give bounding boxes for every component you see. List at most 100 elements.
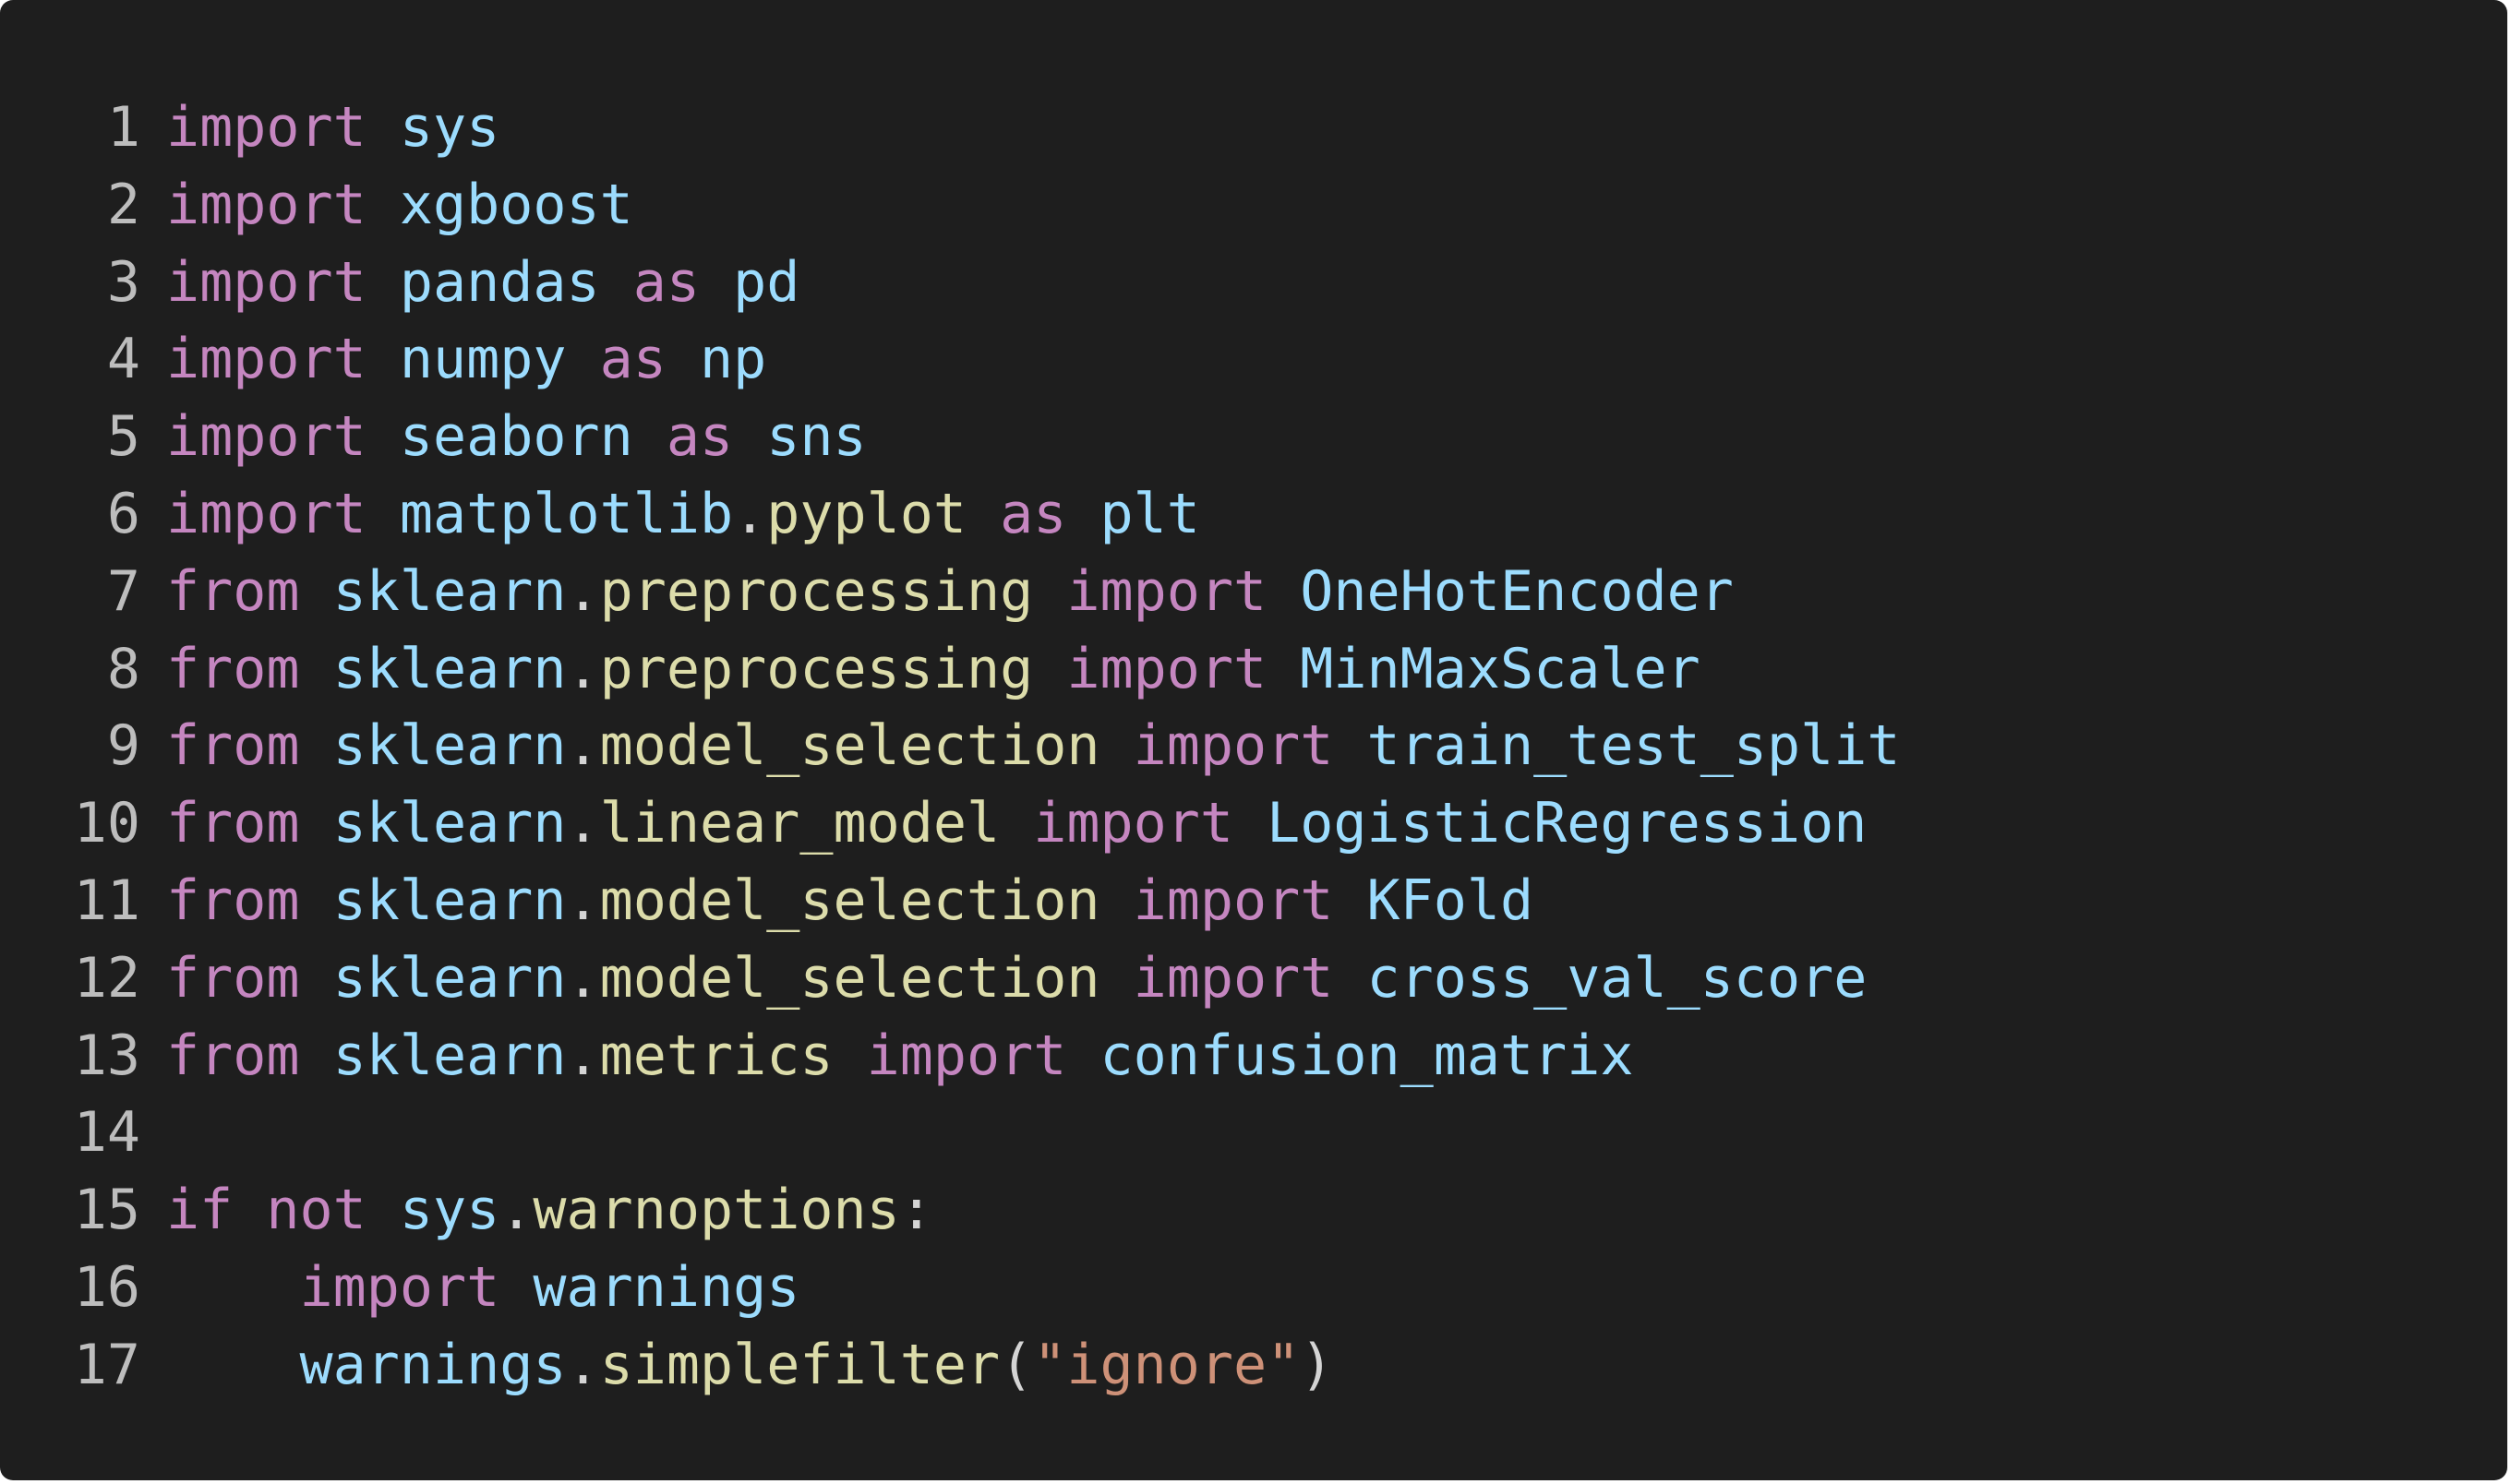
code-identifier: sys (399, 95, 500, 160)
line-number: 14 (73, 1100, 140, 1166)
code-line[interactable]: 10 from sklearn.linear_model import Logis… (0, 785, 2507, 863)
code-keyword: import (299, 1254, 500, 1320)
line-number: 11 (73, 868, 140, 933)
code-keyword: import (166, 172, 366, 237)
code-punctuation: . (566, 945, 600, 1011)
code-punctuation: . (566, 1023, 600, 1088)
code-line[interactable]: 2 import xgboost (0, 167, 2507, 245)
line-number: 4 (106, 327, 140, 392)
code-identifier: warnings (533, 1254, 800, 1320)
code-keyword: import (166, 327, 366, 392)
code-keyword: from (166, 1023, 300, 1088)
code-keyword: as (599, 327, 667, 392)
code-identifier: train_test_split (1366, 713, 1901, 779)
code-identifier: sklearn (332, 713, 567, 779)
line-number: 2 (106, 172, 140, 237)
line-source: from sklearn.preprocessing import OneHot… (140, 554, 1734, 631)
code-identifier: sys (399, 1178, 500, 1243)
code-attribute: warnoptions (533, 1178, 900, 1243)
line-number: 10 (73, 791, 140, 856)
code-line[interactable]: 17 warnings.simplefilter("ignore") (0, 1327, 2507, 1405)
line-source: from sklearn.metrics import confusion_ma… (140, 1018, 1633, 1095)
code-keyword: from (166, 945, 300, 1011)
code-keyword: as (666, 404, 734, 470)
code-editor[interactable]: 1 import sys 2 import xgboost 3 import pandas… (0, 0, 2507, 1480)
code-line[interactable]: 11 from sklearn.model_selection import KF… (0, 863, 2507, 940)
code-line[interactable]: 14 (0, 1095, 2507, 1172)
line-source: import matplotlib.pyplot as plt (140, 476, 1200, 554)
code-identifier: numpy (399, 327, 567, 392)
code-line[interactable]: 9 from sklearn.model_selection import tra… (0, 708, 2507, 785)
code-line[interactable]: 5 import seaborn as sns (0, 399, 2507, 476)
line-number: 16 (73, 1254, 140, 1320)
code-keyword: import (1133, 868, 1334, 933)
code-punctuation: . (566, 1332, 600, 1397)
code-line[interactable]: 8 from sklearn.preprocessing import MinMa… (0, 631, 2507, 709)
line-number: 9 (106, 713, 140, 779)
code-keyword: from (166, 713, 300, 779)
code-line[interactable]: 6 import matplotlib.pyplot as plt (0, 476, 2507, 554)
line-number: 3 (106, 249, 140, 315)
code-keyword: if (166, 1178, 234, 1243)
code-identifier: matplotlib (399, 481, 734, 546)
code-line[interactable]: 16 import warnings (0, 1250, 2507, 1327)
code-identifier: cross_val_score (1366, 945, 1868, 1011)
code-attribute: model_selection (599, 868, 1100, 933)
code-punctuation: ) (1300, 1332, 1334, 1397)
code-identifier: sklearn (332, 636, 567, 701)
code-identifier: pandas (399, 249, 600, 315)
code-keyword: not (266, 1178, 366, 1243)
line-source: import seaborn as sns (140, 399, 867, 476)
code-identifier: warnings (299, 1332, 567, 1397)
code-punctuation: ( (1000, 1332, 1034, 1397)
code-keyword: import (166, 95, 366, 160)
code-keyword: import (1066, 558, 1268, 624)
line-source: from sklearn.linear_model import Logisti… (140, 785, 1867, 863)
line-source: if not sys.warnoptions: (140, 1172, 933, 1250)
code-line[interactable]: 12 from sklearn.model_selection import cr… (0, 940, 2507, 1018)
code-line[interactable]: 7 from sklearn.preprocessing import OneHo… (0, 554, 2507, 631)
code-identifier: LogisticRegression (1267, 791, 1868, 856)
code-attribute: model_selection (599, 713, 1100, 779)
code-line[interactable]: 15 if not sys.warnoptions: (0, 1172, 2507, 1250)
code-punctuation: . (566, 558, 600, 624)
line-source: from sklearn.preprocessing import MinMax… (140, 631, 1700, 709)
code-attribute: metrics (599, 1023, 834, 1088)
code-line[interactable]: 3 import pandas as pd (0, 245, 2507, 322)
code-identifier: sklearn (332, 791, 567, 856)
line-source: warnings.simplefilter("ignore") (140, 1327, 1334, 1405)
code-line[interactable]: 1 import sys (0, 90, 2507, 167)
code-string: "ignore" (1033, 1332, 1301, 1397)
code-line[interactable]: 13 from sklearn.metrics import confusion_… (0, 1018, 2507, 1095)
line-number: 1 (106, 95, 140, 160)
line-number: 6 (106, 481, 140, 546)
code-identifier: KFold (1366, 868, 1534, 933)
line-number: 7 (106, 558, 140, 624)
code-identifier: sklearn (332, 1023, 567, 1088)
line-number: 15 (73, 1178, 140, 1243)
line-number: 17 (73, 1332, 140, 1397)
code-identifier: sns (766, 404, 867, 470)
code-line[interactable]: 4 import numpy as np (0, 321, 2507, 399)
